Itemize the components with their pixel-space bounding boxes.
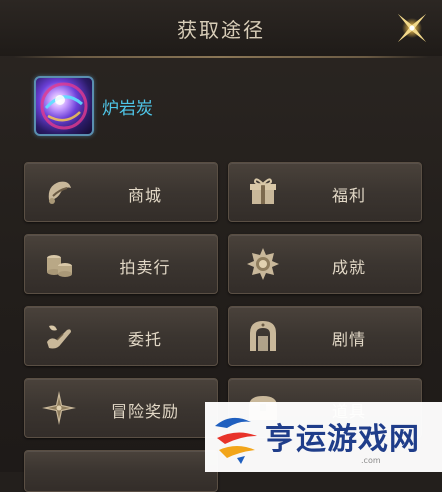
story-button-label: 剧情 — [331, 330, 366, 349]
achievement-button[interactable]: 成就 — [228, 234, 422, 294]
gift-icon — [250, 178, 276, 204]
header-divider — [14, 56, 428, 58]
dialog-title: 获取途径 — [177, 18, 265, 42]
commission-button-label: 委托 — [127, 330, 162, 349]
coins-icon — [47, 255, 72, 277]
dialog-header: 获取途径 — [0, 0, 442, 56]
achievement-medal-icon — [247, 248, 279, 280]
compass-star-icon — [42, 391, 76, 425]
shop-button[interactable]: 商城 — [24, 162, 218, 222]
welfare-button-label: 福利 — [331, 186, 366, 205]
watermark-text: 亨运游戏网 — [265, 422, 420, 457]
story-button[interactable]: 剧情 — [228, 306, 422, 366]
item-name: 炉岩炭 — [102, 99, 153, 119]
welfare-button[interactable]: 福利 — [228, 162, 422, 222]
item-info: 炉岩炭 — [34, 76, 334, 140]
close-icon — [397, 13, 427, 43]
achievement-button-label: 成就 — [331, 258, 366, 277]
close-button[interactable] — [390, 6, 434, 50]
adventure-reward-button-label: 冒险奖励 — [110, 402, 179, 421]
shop-button-label: 商城 — [127, 186, 162, 205]
shop-icon — [48, 181, 71, 204]
arch-gate-icon — [250, 321, 276, 351]
site-logo-icon — [215, 417, 257, 464]
more-source-button[interactable] — [24, 450, 218, 492]
auction-house-button[interactable]: 拍卖行 — [24, 234, 218, 294]
magic-orb-icon[interactable] — [34, 76, 94, 136]
adventure-reward-button[interactable]: 冒险奖励 — [24, 378, 218, 438]
scroll-quill-icon — [47, 325, 71, 349]
watermark-url: .com — [361, 456, 381, 465]
site-watermark: 亨运游戏网 .com — [205, 402, 442, 472]
commission-button[interactable]: 委托 — [24, 306, 218, 366]
auction-house-button-label: 拍卖行 — [119, 258, 171, 277]
